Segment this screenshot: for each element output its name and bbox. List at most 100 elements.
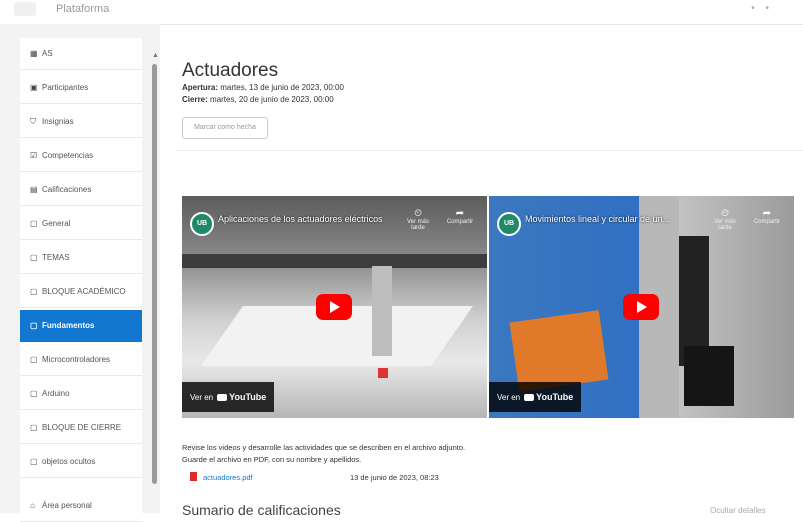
closes-value: martes, 20 de junio de 2023, 00:00 — [210, 95, 334, 104]
video-title[interactable]: Movimientos lineal y circular de un... — [525, 214, 715, 224]
channel-avatar[interactable]: UB — [190, 212, 214, 236]
sidebar-item-label: Área personal — [42, 501, 92, 510]
play-button-icon[interactable] — [316, 294, 352, 320]
folder-icon: ▢ — [30, 389, 38, 398]
clock-icon: ⏲ — [721, 208, 729, 219]
file-link[interactable]: actuadores.pdf — [203, 473, 253, 482]
watch-on-label: Ver en — [190, 393, 214, 402]
users-icon: ▣ — [30, 83, 38, 92]
sidebar-item-temas[interactable]: ▢ TEMAS — [20, 242, 142, 274]
sidebar-item-badges[interactable]: ⛉ Insignias — [20, 106, 142, 138]
opens-label: Apertura: — [182, 83, 219, 92]
site-name[interactable]: Plataforma — [56, 3, 109, 15]
play-button-icon[interactable] — [623, 294, 659, 320]
opens-value: martes, 13 de junio de 2023, 00:00 — [220, 83, 344, 92]
watch-later-label: Ver más tarde — [713, 219, 736, 231]
folder-icon: ▢ — [30, 457, 38, 466]
activity-dates: Apertura: martes, 13 de junio de 2023, 0… — [182, 82, 344, 106]
share-arrow-icon: ➦ — [455, 208, 465, 219]
mark-as-done-button[interactable]: Marcar como hecha — [182, 117, 268, 139]
sidebar-item-fundamentos[interactable]: ▢ Fundamentos — [20, 310, 142, 342]
description-line: Guarde el archivo en PDF, con su nombre … — [182, 455, 362, 464]
summary-toggle-link[interactable]: Ocultar detalles — [710, 506, 766, 515]
home-icon: ⌂ — [30, 501, 35, 510]
youtube-label: YouTube — [229, 392, 267, 402]
video-title[interactable]: Aplicaciones de los actuadores eléctrico… — [218, 214, 408, 224]
youtube-icon — [217, 394, 228, 401]
sidebar-item-label: Participantes — [42, 83, 89, 92]
watch-later-label: Ver más tarde — [406, 219, 429, 231]
pdf-file-icon — [190, 472, 197, 481]
video-embed-2[interactable]: UB Movimientos lineal y circular de un..… — [489, 196, 794, 418]
video-embed-1[interactable]: UB Aplicaciones de los actuadores eléctr… — [182, 196, 487, 418]
main-content: Actuadores Apertura: martes, 13 de junio… — [176, 24, 803, 518]
activity-description: Revise los videos y desarrolle las activ… — [182, 442, 465, 466]
watch-on-label: Ver en — [497, 393, 521, 402]
scroll-up-arrow-icon[interactable]: ▲ — [152, 52, 159, 59]
sidebar-item-label: Arduino — [42, 389, 70, 398]
folder-icon: ▢ — [30, 219, 38, 228]
user-menu-icons[interactable]: • • — [751, 3, 773, 14]
sidebar-item-label: BLOQUE DE CIERRE — [42, 423, 122, 432]
file-date: 13 de junio de 2023, 08:23 — [350, 473, 439, 482]
grid-icon: ▦ — [30, 49, 38, 58]
sidebar-scrollbar[interactable] — [152, 64, 157, 484]
youtube-icon — [524, 394, 535, 401]
menu-toggle-button[interactable] — [14, 2, 36, 16]
attached-file: actuadores.pdf 13 de junio de 2023, 08:2… — [190, 472, 439, 484]
sidebar-item-microcontroladores[interactable]: ▢ Microcontroladores — [20, 344, 142, 376]
sidebar-item-course[interactable]: ▦ AS — [20, 38, 142, 70]
closes-label: Cierre: — [182, 95, 208, 104]
folder-icon: ▢ — [30, 423, 38, 432]
share-arrow-icon: ➦ — [762, 208, 772, 219]
sidebar-item-label: TEMAS — [42, 253, 70, 262]
sidebar-item-label: BLOQUE ACADÉMICO — [42, 287, 126, 296]
thumbnail-part — [509, 310, 609, 392]
share-label: Compartir — [446, 219, 474, 225]
description-line: Revise los videos y desarrolle las activ… — [182, 443, 466, 452]
youtube-label: YouTube — [536, 392, 574, 402]
sidebar-item-bloque-academico[interactable]: ▢ BLOQUE ACADÉMICO — [20, 276, 142, 308]
course-sidebar: ▦ AS ▣ Participantes ⛉ Insignias ☑ Competenc… — [0, 24, 160, 522]
course-nav-panel: ▦ AS ▣ Participantes ⛉ Insignias ☑ Competenc… — [20, 38, 142, 522]
folder-icon: ▢ — [30, 287, 38, 296]
thumbnail-rail — [182, 254, 487, 268]
sidebar-item-participants[interactable]: ▣ Participantes — [20, 72, 142, 104]
folder-icon: ▢ — [30, 253, 38, 262]
sidebar-item-label: objetos ocultos — [42, 457, 96, 466]
sidebar-item-label: General — [42, 219, 71, 228]
top-navbar: Plataforma • • — [0, 0, 803, 25]
badge-icon: ⛉ — [30, 117, 36, 126]
watch-on-youtube-button[interactable]: Ver en YouTube — [182, 382, 275, 412]
thumbnail-arm — [372, 266, 392, 356]
share-button[interactable]: ➦ Compartir — [747, 208, 787, 225]
watch-later-button[interactable]: ⏲ Ver más tarde — [707, 208, 743, 231]
sidebar-item-objetos-ocultos[interactable]: ▢ objetos ocultos — [20, 446, 142, 478]
clock-icon: ⏲ — [414, 208, 422, 219]
checkbox-icon: ☑ — [30, 151, 38, 160]
thumbnail-base — [684, 346, 734, 406]
grades-icon: ▤ — [30, 185, 38, 194]
thumbnail-part — [378, 368, 388, 378]
page-title: Actuadores — [182, 59, 279, 81]
sidebar-item-general[interactable]: ▢ General — [20, 208, 142, 240]
sidebar-item-arduino[interactable]: ▢ Arduino — [20, 378, 142, 410]
grades-summary-heading: Sumario de calificaciones — [182, 502, 341, 518]
sidebar-item-label: Microcontroladores — [42, 355, 111, 364]
sidebar-item-label: AS — [42, 49, 53, 58]
watch-later-button[interactable]: ⏲ Ver más tarde — [400, 208, 436, 231]
sidebar-item-area-personal[interactable]: ⌂ Área personal — [20, 490, 142, 522]
sidebar-item-bloque-cierre[interactable]: ▢ BLOQUE DE CIERRE — [20, 412, 142, 444]
watch-on-youtube-button[interactable]: Ver en YouTube — [489, 382, 582, 412]
divider — [176, 150, 803, 151]
folder-icon: ▢ — [30, 321, 38, 330]
sidebar-item-label: Fundamentos — [42, 321, 95, 330]
sidebar-item-label: Calificaciones — [42, 185, 92, 194]
sidebar-item-competencies[interactable]: ☑ Competencias — [20, 140, 142, 172]
sidebar-item-grades[interactable]: ▤ Calificaciones — [20, 174, 142, 206]
channel-avatar[interactable]: UB — [497, 212, 521, 236]
sidebar-item-label: Insignias — [42, 117, 74, 126]
share-label: Compartir — [753, 219, 781, 225]
share-button[interactable]: ➦ Compartir — [440, 208, 480, 225]
sidebar-item-label: Competencias — [42, 151, 94, 160]
